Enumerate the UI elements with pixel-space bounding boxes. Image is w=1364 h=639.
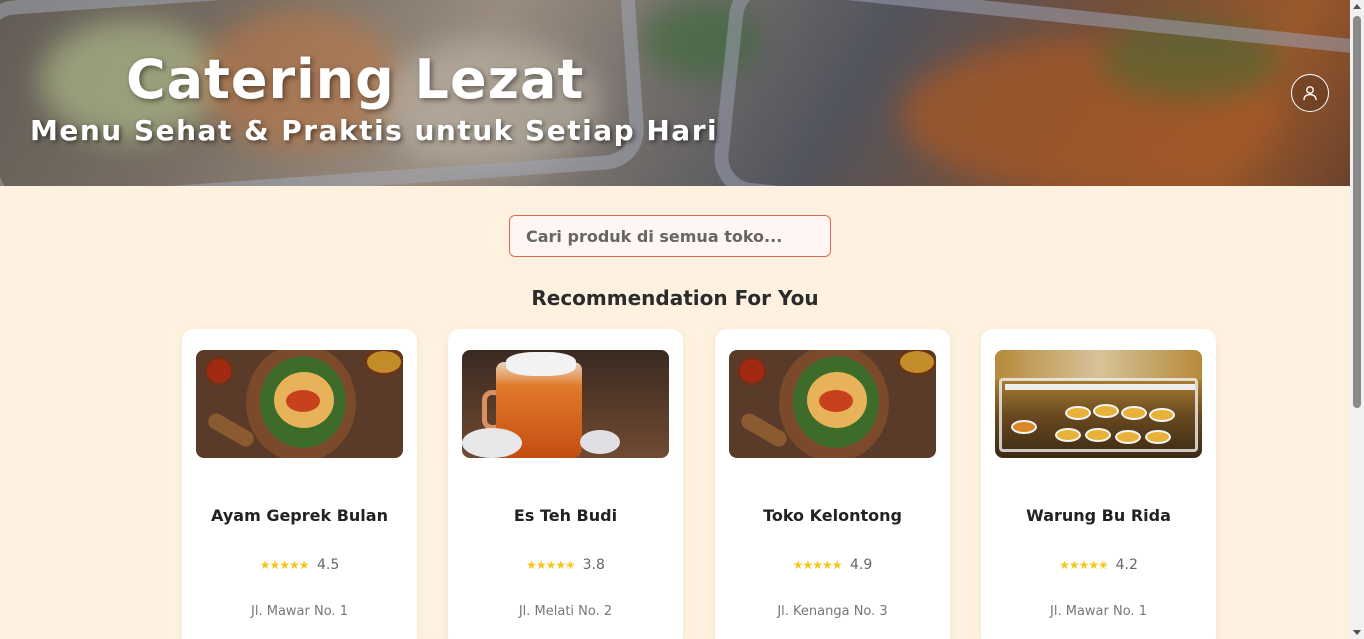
scroll-up-arrow-icon[interactable]: [1353, 4, 1361, 9]
store-rating: ★★★★★ 4.9: [715, 557, 950, 573]
scroll-down-arrow-icon[interactable]: [1353, 630, 1361, 635]
store-image: [729, 350, 936, 458]
rating-value: 3.8: [582, 557, 605, 573]
search-input[interactable]: [509, 215, 831, 257]
rating-value: 4.5: [316, 557, 340, 573]
page-scrollbar[interactable]: [1350, 0, 1364, 639]
store-address: Jl. Melati No. 2: [518, 604, 613, 619]
store-address: Jl. Mawar No. 1: [1050, 604, 1147, 619]
recommendation-title: Recommendation For You: [531, 286, 819, 310]
store-card[interactable]: Warung Bu Rida ★★★★✬ 4.2 Jl. Mawar No. 1: [981, 329, 1216, 639]
profile-button[interactable]: [1291, 74, 1329, 112]
store-address: Jl. Mawar No. 1: [251, 604, 348, 619]
user-icon: [1303, 86, 1317, 101]
star-rating-icon: ★★★★✬: [1059, 558, 1108, 572]
scrollbar-thumb[interactable]: [1353, 16, 1361, 408]
store-address: Jl. Kenanga No. 3: [777, 604, 888, 619]
store-rating: ★★★★✬ 4.2: [981, 557, 1216, 573]
store-image: [196, 350, 403, 458]
store-rating: ★★★★★ 4.5: [182, 557, 417, 573]
hero-banner: Catering Lezat Menu Sehat & Praktis untu…: [0, 0, 1350, 186]
store-name: Toko Kelontong: [763, 506, 902, 525]
star-rating-icon: ★★★★★: [259, 558, 310, 572]
store-name: Warung Bu Rida: [1026, 506, 1171, 525]
store-name: Es Teh Budi: [513, 506, 618, 525]
star-rating-icon: ★★★★✬: [526, 558, 575, 572]
store-image: [995, 350, 1202, 458]
site-title: Catering Lezat: [126, 48, 585, 111]
store-image: [462, 350, 669, 458]
store-card[interactable]: Ayam Geprek Bulan ★★★★★ 4.5 Jl. Mawar No…: [182, 329, 417, 639]
rating-value: 4.2: [1115, 557, 1138, 573]
site-subtitle: Menu Sehat & Praktis untuk Setiap Hari: [30, 114, 719, 147]
store-name: Ayam Geprek Bulan: [211, 506, 388, 525]
store-rating: ★★★★✬ 3.8: [448, 557, 683, 573]
star-rating-icon: ★★★★★: [792, 558, 843, 572]
store-card[interactable]: Toko Kelontong ★★★★★ 4.9 Jl. Kenanga No.…: [715, 329, 950, 639]
rating-value: 4.9: [849, 557, 873, 573]
store-card[interactable]: Es Teh Budi ★★★★✬ 3.8 Jl. Melati No. 2: [448, 329, 683, 639]
